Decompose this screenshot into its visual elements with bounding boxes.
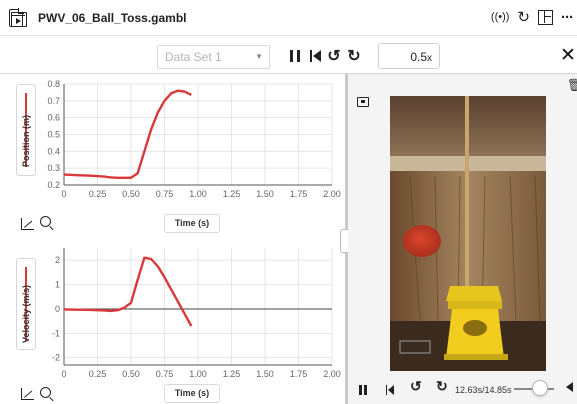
window-title: PWV_06_Ball_Toss.gambl: [38, 11, 187, 25]
x-tick-label: 0.50: [122, 369, 140, 379]
x-tick-label: 1.00: [189, 369, 207, 379]
x-tick-label: 1.25: [223, 369, 241, 379]
speed-value: 0.5: [410, 50, 427, 64]
y-tick-label: 0.6: [47, 113, 60, 123]
replay-button[interactable]: ↺: [325, 44, 343, 68]
pause-button[interactable]: [286, 44, 304, 68]
skip-start-button[interactable]: [306, 44, 324, 68]
x-tick-label: 0: [61, 189, 66, 199]
video-replay-icon[interactable]: ↺: [410, 378, 422, 395]
more-menu-icon[interactable]: ···: [561, 9, 574, 26]
x-tick-label: 1.00: [189, 189, 207, 199]
dataset-select-label: Data Set 1: [165, 50, 222, 64]
y-tick-label: 1: [55, 280, 60, 290]
skip-start-icon: [386, 385, 395, 395]
video-loop-icon[interactable]: ↻: [436, 378, 448, 395]
x-tick-label: 0.25: [89, 189, 107, 199]
y-tick-label: 0.3: [47, 163, 60, 173]
loop-button[interactable]: ↻: [345, 44, 363, 68]
show-pane-icon[interactable]: [11, 12, 27, 27]
x-tick-label: 0.25: [89, 369, 107, 379]
y-tick-label: 0.7: [47, 96, 60, 106]
top-right-icons: ((•)) ↻ ···: [491, 8, 574, 27]
x-tick-label: 0.50: [122, 189, 140, 199]
replay-icon: ↺: [327, 48, 341, 65]
y-tick-label: 0: [55, 304, 60, 314]
pause-icon: [290, 50, 300, 62]
close-icon[interactable]: ✕: [560, 44, 576, 67]
y-tick-label: 0.4: [47, 146, 60, 156]
y-tick-label: -2: [52, 353, 60, 363]
x-tick-label: 1.25: [223, 189, 241, 199]
x-tick-label: 1.75: [290, 189, 308, 199]
position-xlabel[interactable]: Time (s): [164, 214, 220, 233]
pause-icon: [359, 385, 367, 395]
y-tick-label: 2: [55, 255, 60, 265]
x-tick-label: 2.00: [323, 189, 341, 199]
x-tick-label: 1.50: [256, 189, 274, 199]
x-tick-label: 0.75: [156, 189, 174, 199]
playback-speed-input[interactable]: 0.5x: [378, 43, 440, 69]
ball-toss-video[interactable]: [390, 96, 546, 371]
zoom-icon[interactable]: [40, 215, 54, 231]
video-scrub-knob[interactable]: [532, 380, 548, 396]
loop-icon: ↻: [347, 48, 361, 65]
x-tick-label: 0.75: [156, 369, 174, 379]
velocity-xlabel[interactable]: Time (s): [164, 384, 220, 403]
y-tick-label: -1: [52, 328, 60, 338]
dataset-select[interactable]: Data Set 1 ▼: [157, 45, 270, 69]
graph-tools-icon[interactable]: [21, 388, 34, 403]
series-line: [63, 256, 193, 327]
y-tick-label: 0.5: [47, 130, 60, 140]
velocity-graph[interactable]: 0 0.25 0.50 0.75 1.00 1.25 1.50 1.75 2.00 2 1 0 -1 -2: [0, 240, 345, 380]
video-time-display: 12.63s/14.85s: [455, 385, 512, 395]
picture-in-picture-icon[interactable]: [357, 97, 369, 107]
connection-icon[interactable]: ((•)): [491, 11, 510, 23]
zoom-icon[interactable]: [40, 386, 54, 402]
volume-icon[interactable]: [566, 382, 573, 392]
trash-icon[interactable]: 🗑: [567, 78, 577, 92]
x-tick-label: 1.50: [256, 369, 274, 379]
x-tick-label: 0: [61, 369, 66, 379]
skip-start-icon: [309, 50, 321, 62]
x-tick-label: 1.75: [290, 369, 308, 379]
speed-unit: x: [427, 53, 432, 64]
x-tick-label: 2.00: [323, 369, 341, 379]
chevron-down-icon: ▼: [255, 52, 263, 61]
y-tick-label: 0.2: [47, 180, 60, 190]
y-tick-label: 0.8: [47, 79, 60, 89]
layout-icon[interactable]: [538, 9, 553, 25]
graph-tools-icon[interactable]: [21, 218, 34, 233]
video-pause-button[interactable]: [359, 382, 367, 400]
video-skip-start-button[interactable]: [386, 382, 395, 400]
undo-icon[interactable]: ↻: [517, 8, 530, 26]
